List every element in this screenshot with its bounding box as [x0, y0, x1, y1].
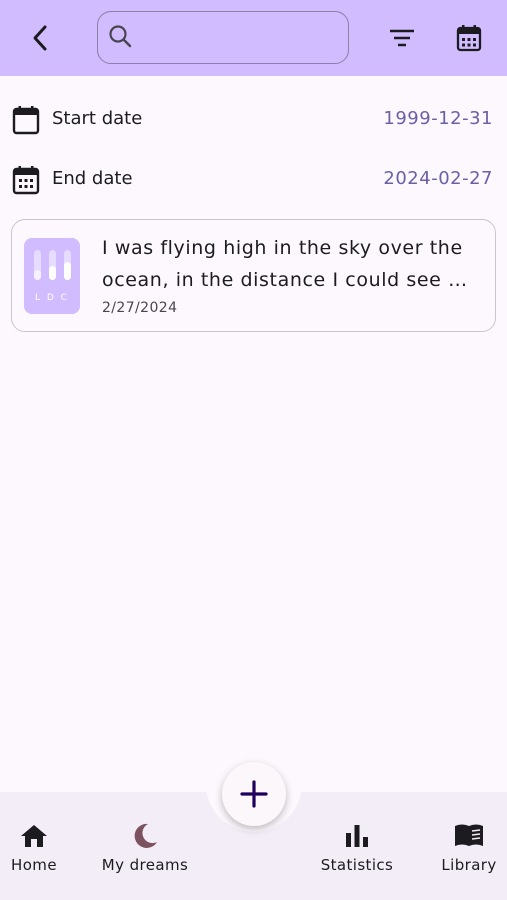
nav-library-label: Library — [441, 856, 497, 874]
search-icon — [108, 24, 134, 54]
thumbnail-letters: L D C — [35, 293, 69, 303]
arrow-back-icon — [33, 25, 47, 51]
plus-icon — [240, 780, 268, 808]
add-dream-button[interactable] — [222, 762, 286, 826]
calendar-icon — [456, 25, 482, 52]
book-icon — [436, 822, 502, 850]
dream-text: I was flying high in the sky over the oc… — [102, 237, 468, 291]
calendar-icon — [12, 105, 40, 139]
start-date-value[interactable]: 1999-12-31 — [383, 108, 493, 129]
nav-statistics[interactable]: Statistics — [316, 822, 398, 882]
nav-home-label: Home — [11, 856, 57, 874]
back-button[interactable] — [22, 20, 58, 56]
calendar-button[interactable] — [451, 20, 487, 56]
end-date-row[interactable]: End date 2024-02-27 — [0, 160, 507, 200]
search-input[interactable] — [138, 20, 342, 56]
home-icon — [4, 822, 64, 850]
moon-icon — [100, 822, 190, 850]
nav-home[interactable]: Home — [4, 822, 64, 882]
filter-icon — [390, 29, 414, 47]
nav-my-dreams-label: My dreams — [101, 856, 189, 874]
bar-chart-icon — [316, 822, 398, 850]
search-field[interactable] — [97, 11, 349, 64]
nav-library[interactable]: Library — [436, 822, 502, 882]
end-date-label: End date — [52, 168, 133, 189]
calendar-icon — [12, 165, 40, 199]
dream-date: 2/27/2024 — [102, 300, 178, 316]
end-date-value[interactable]: 2024-02-27 — [383, 168, 493, 189]
nav-statistics-label: Statistics — [320, 856, 394, 874]
top-app-bar — [0, 0, 507, 76]
filter-button[interactable] — [384, 20, 420, 56]
nav-my-dreams[interactable]: My dreams — [100, 822, 190, 882]
dream-card[interactable]: L D C I was flying high in the sky over … — [11, 219, 496, 332]
start-date-row[interactable]: Start date 1999-12-31 — [0, 100, 507, 140]
start-date-label: Start date — [52, 108, 143, 129]
dream-thumbnail: L D C — [24, 238, 80, 314]
